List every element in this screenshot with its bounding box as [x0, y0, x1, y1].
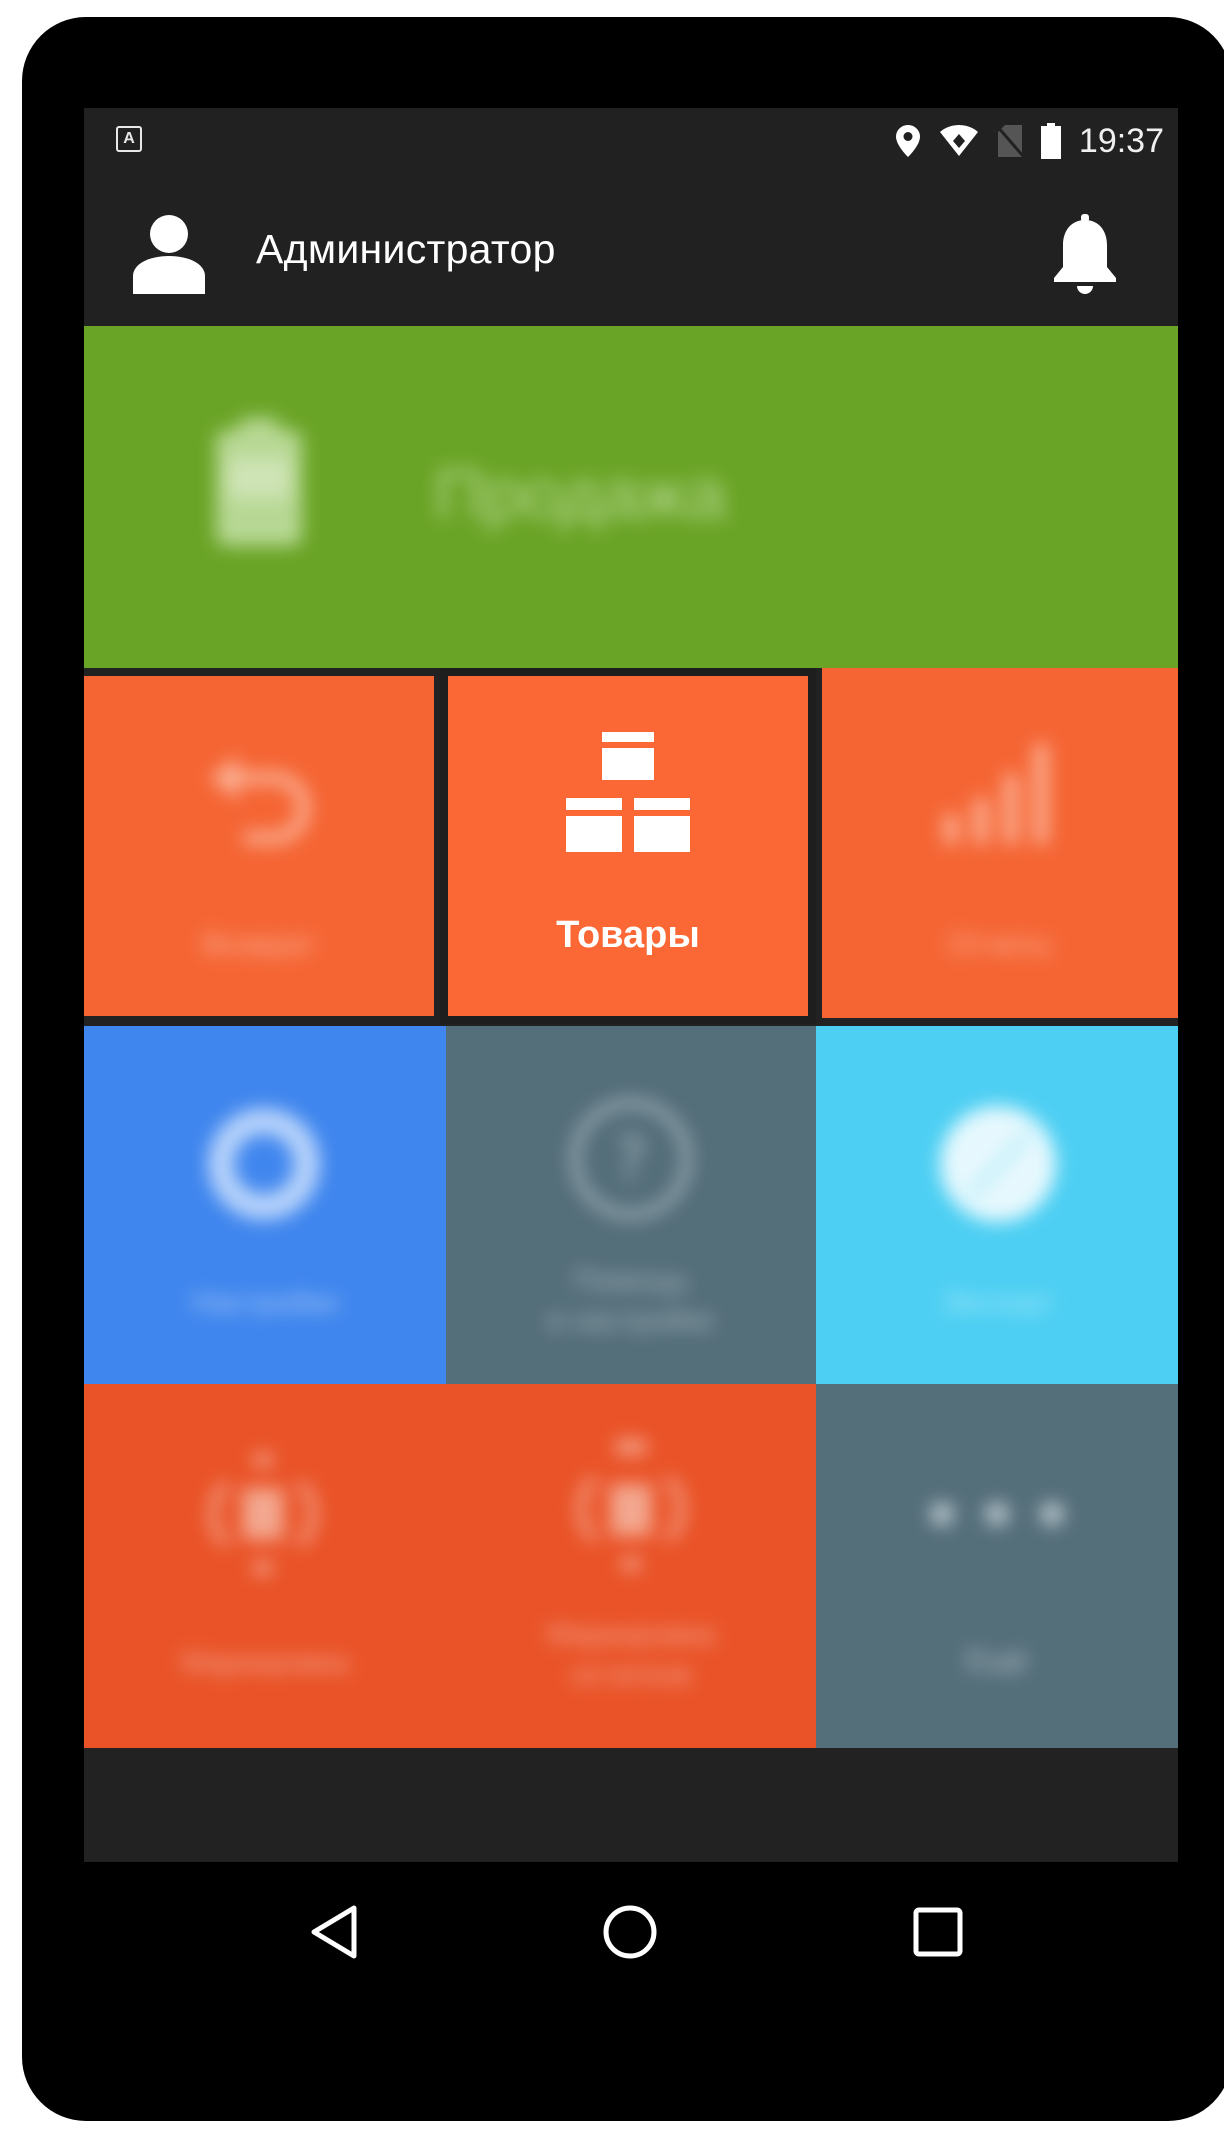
tile-marking-remains[interactable]: Маркировка остатков [446, 1384, 816, 1748]
page-title: Администратор [256, 226, 556, 272]
tile-help-label-line2: в настройке [547, 1304, 715, 1337]
status-time: 19:37 [1078, 121, 1164, 160]
tile-settings[interactable]: Настройки [84, 1026, 446, 1384]
tile-marking-content: Маркировка [84, 1384, 446, 1748]
circle-icon [940, 1106, 1056, 1222]
tile-extra-content: Экспорт [816, 1026, 1178, 1384]
tile-reports-content: Отчеты [822, 668, 1178, 1018]
tile-settings-label: Настройки [191, 1286, 339, 1319]
user-avatar-icon[interactable] [132, 214, 206, 294]
tile-more[interactable]: Ещё [816, 1384, 1178, 1748]
back-icon[interactable] [304, 1902, 364, 1962]
more-dots-icon [930, 1502, 1064, 1526]
wifi-icon [939, 125, 978, 156]
marking-icon [209, 1454, 317, 1574]
app-bar: Администратор [84, 174, 1178, 326]
tile-help-content: ? Помощь в настройке [446, 1026, 816, 1384]
tile-help-label-line1: Помощь [573, 1264, 689, 1297]
tile-reports[interactable]: Отчеты [822, 668, 1178, 1018]
bell-icon[interactable] [1050, 214, 1120, 296]
return-arrow-icon [210, 756, 310, 844]
tile-settings-content: Настройки [84, 1026, 446, 1384]
tile-return-content: Возврат [84, 676, 434, 1016]
tile-marking-label: Маркировка [180, 1646, 350, 1679]
tile-reports-label: Отчеты [948, 928, 1052, 961]
tile-return-label: Возврат [202, 928, 316, 961]
no-sim-icon [996, 125, 1023, 157]
payment-terminal-icon [216, 418, 302, 546]
tile-sale-content: Продажа [84, 326, 1178, 668]
tile-extra[interactable]: Экспорт [816, 1026, 1178, 1384]
tile-sale-label: Продажа [434, 455, 727, 533]
recents-icon[interactable] [908, 1902, 968, 1962]
tile-marking-remains-label-line1: Маркировка [546, 1618, 716, 1651]
tile-more-label: Ещё [966, 1644, 1028, 1677]
marking-icon [577, 1440, 685, 1570]
tile-marking[interactable]: Маркировка [84, 1384, 446, 1748]
bar-chart-icon [944, 744, 1048, 844]
home-icon[interactable] [600, 1902, 660, 1962]
tile-more-content: Ещё [816, 1384, 1178, 1748]
keyboard-indicator-icon: A [116, 126, 142, 152]
tile-help[interactable]: ? Помощь в настройке [446, 1026, 816, 1384]
battery-icon [1040, 123, 1061, 159]
tile-marking-remains-label-line2: остатков [570, 1658, 692, 1691]
help-icon: ? [571, 1099, 691, 1219]
gear-icon [208, 1108, 320, 1220]
location-icon [895, 125, 920, 157]
nav-bar [84, 1862, 1178, 2002]
tile-return[interactable]: Возврат [84, 676, 434, 1016]
tile-goods[interactable]: Товары [448, 676, 808, 1016]
svg-text:?: ? [615, 1125, 647, 1195]
boxes-icon [566, 732, 690, 852]
tile-marking-remains-content: Маркировка остатков [446, 1384, 816, 1748]
tile-sale[interactable]: Продажа [84, 326, 1178, 668]
screen: A 19:37 Администратор Продажа Возврат То… [84, 108, 1178, 1862]
status-bar: A 19:37 [84, 108, 1178, 174]
tile-extra-label: Экспорт [940, 1286, 1054, 1319]
status-icons: 19:37 [895, 116, 1164, 166]
tile-goods-label: Товары [556, 914, 700, 956]
